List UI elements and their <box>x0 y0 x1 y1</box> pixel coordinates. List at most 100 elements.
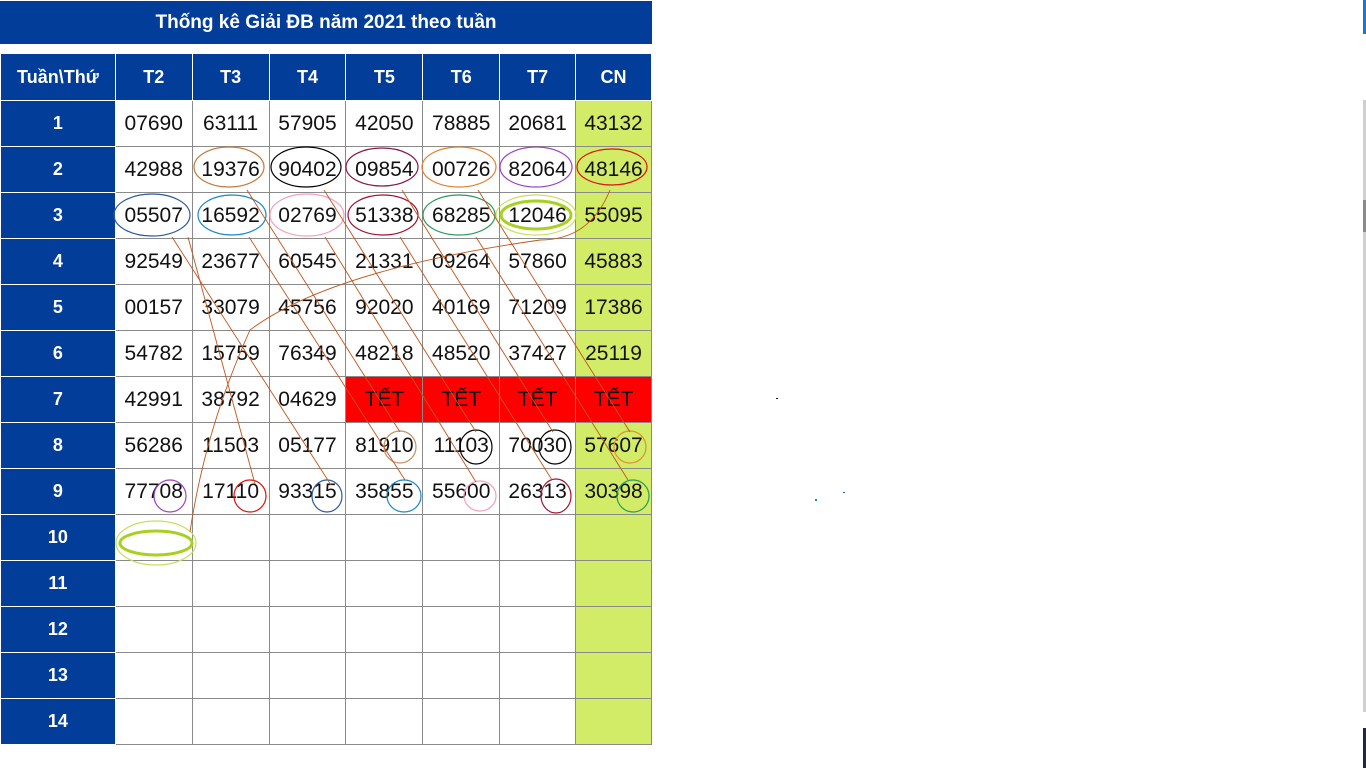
table-row: 12 <box>0 606 652 653</box>
result-cell: 42050 <box>345 100 424 147</box>
result-cell: 21331 <box>345 238 424 285</box>
result-cell: 37427 <box>499 330 577 377</box>
table-row: 1 07690 63111 57905 42050 78885 20681 43132 <box>0 100 652 147</box>
result-cell: 92020 <box>345 284 424 331</box>
result-cell: 70030 <box>499 422 577 469</box>
result-cell: 35855 <box>345 468 424 515</box>
header-day-t4: T4 <box>268 53 347 101</box>
table-row: 9 77708 17110 93315 35855 55600 26313 30398 <box>0 468 652 515</box>
result-cell <box>191 560 270 607</box>
result-cell: 55600 <box>422 468 501 515</box>
week-number: 14 <box>0 698 116 745</box>
result-cell: 40169 <box>422 284 501 331</box>
lottery-stats-panel: Thống kê Giải ĐB năm 2021 theo tuần Tuần… <box>0 0 652 768</box>
result-cell <box>422 514 501 561</box>
weekly-results-table: Tuần\Thứ T2 T3 T4 T5 T6 T7 CN 1 07690 63111 57905 4… <box>0 53 652 745</box>
result-cell <box>114 652 193 699</box>
table-row: 13 <box>0 652 652 699</box>
holiday-cell: TẾT <box>575 376 652 423</box>
header-day-cn: CN <box>575 53 652 101</box>
result-cell: 76349 <box>268 330 347 377</box>
result-cell: 11503 <box>191 422 270 469</box>
result-cell: 04629 <box>268 376 347 423</box>
result-cell: 57905 <box>268 100 347 147</box>
result-cell <box>422 698 501 745</box>
result-cell <box>345 652 424 699</box>
result-cell <box>268 514 347 561</box>
result-cell: 48520 <box>422 330 501 377</box>
result-cell: 82064 <box>499 146 577 193</box>
stray-dot <box>843 492 845 493</box>
week-number: 7 <box>0 376 116 423</box>
result-cell: 63111 <box>191 100 270 147</box>
result-cell: 33079 <box>191 284 270 331</box>
table-row: 11 <box>0 560 652 607</box>
result-cell: 12046 <box>499 192 577 239</box>
result-cell: 19376 <box>191 146 270 193</box>
result-cell: 20681 <box>499 100 577 147</box>
result-cell: 17386 <box>575 284 652 331</box>
result-cell <box>345 514 424 561</box>
table-row: 10 <box>0 514 652 561</box>
table-row: 8 56286 11503 05177 81910 11103 70030 57607 <box>0 422 652 469</box>
result-cell <box>575 652 652 699</box>
table-header-row: Tuần\Thứ T2 T3 T4 T5 T6 T7 CN <box>0 53 652 101</box>
result-cell: 54782 <box>114 330 193 377</box>
result-cell: 48218 <box>345 330 424 377</box>
result-cell: 16592 <box>191 192 270 239</box>
result-cell <box>114 606 193 653</box>
week-number: 8 <box>0 422 116 469</box>
week-number: 9 <box>0 468 116 515</box>
week-number: 5 <box>0 284 116 331</box>
result-cell <box>345 606 424 653</box>
header-day-t6: T6 <box>422 53 501 101</box>
week-number: 10 <box>0 514 116 561</box>
result-cell <box>422 560 501 607</box>
header-week-day: Tuần\Thứ <box>0 53 116 101</box>
result-cell <box>422 606 501 653</box>
table-row: 6 54782 15759 76349 48218 48520 37427 25119 <box>0 330 652 377</box>
result-cell: 48146 <box>575 146 652 193</box>
result-cell: 42988 <box>114 146 193 193</box>
result-cell <box>191 514 270 561</box>
result-cell: 77708 <box>114 468 193 515</box>
result-cell <box>575 698 652 745</box>
result-cell: 78885 <box>422 100 501 147</box>
result-cell: 81910 <box>345 422 424 469</box>
header-day-t7: T7 <box>499 53 577 101</box>
stray-dot <box>776 398 778 399</box>
result-cell: 00726 <box>422 146 501 193</box>
result-cell: 23677 <box>191 238 270 285</box>
week-number: 4 <box>0 238 116 285</box>
result-cell <box>114 514 193 561</box>
result-cell <box>268 698 347 745</box>
result-cell: 02769 <box>268 192 347 239</box>
table-row: 14 <box>0 698 652 745</box>
header-day-t3: T3 <box>191 53 270 101</box>
week-number: 11 <box>0 560 116 607</box>
result-cell: 05177 <box>268 422 347 469</box>
result-cell <box>191 652 270 699</box>
result-cell <box>345 698 424 745</box>
result-cell: 09854 <box>345 146 424 193</box>
result-cell <box>114 560 193 607</box>
week-number: 13 <box>0 652 116 699</box>
result-cell: 00157 <box>114 284 193 331</box>
result-cell: 42991 <box>114 376 193 423</box>
result-cell: 15759 <box>191 330 270 377</box>
result-cell <box>499 514 577 561</box>
week-number: 6 <box>0 330 116 377</box>
result-cell: 30398 <box>575 468 652 515</box>
result-cell: 56286 <box>114 422 193 469</box>
result-cell <box>499 652 577 699</box>
result-cell: 17110 <box>191 468 270 515</box>
header-day-t2: T2 <box>114 53 193 101</box>
result-cell: 05507 <box>114 192 193 239</box>
result-cell: 26313 <box>499 468 577 515</box>
holiday-cell: TẾT <box>499 376 577 423</box>
holiday-cell: TẾT <box>345 376 424 423</box>
week-number: 2 <box>0 146 116 193</box>
week-number: 1 <box>0 100 116 147</box>
result-cell: 11103 <box>422 422 501 469</box>
result-cell: 60545 <box>268 238 347 285</box>
